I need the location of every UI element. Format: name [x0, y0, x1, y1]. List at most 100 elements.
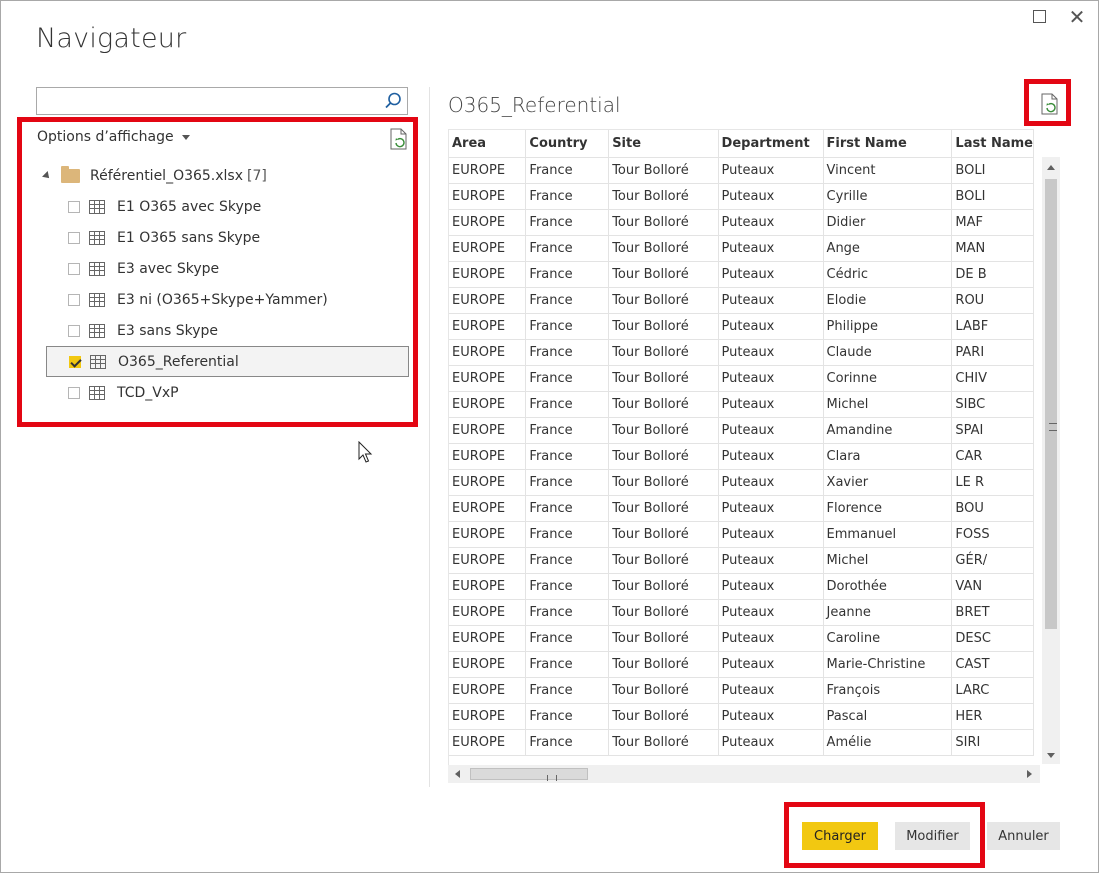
checkbox-checked[interactable]: [69, 355, 81, 368]
scroll-down-icon[interactable]: [1047, 753, 1055, 758]
table-cell: DESC: [951, 625, 1034, 652]
column-header[interactable]: Area: [449, 130, 527, 158]
tree-root-workbook[interactable]: Référentiel_O365.xlsx [7]: [42, 166, 267, 186]
table-cell: Puteaux: [718, 495, 824, 522]
column-header[interactable]: Country: [525, 130, 610, 158]
table-cell: Puteaux: [718, 339, 824, 366]
checkbox[interactable]: [68, 294, 80, 306]
table-cell: Tour Bolloré: [608, 495, 719, 522]
tree-item-sheet[interactable]: E3 avec Skype: [46, 254, 409, 284]
table-cell: Puteaux: [718, 391, 824, 418]
table-cell: Tour Bolloré: [608, 729, 719, 756]
table-cell: France: [525, 313, 610, 340]
table-row: EUROPE France Tour Bolloré Puteaux Marie-Chr…: [449, 651, 1034, 678]
table-cell: Tour Bolloré: [608, 365, 719, 392]
table-cell: Tour Bolloré: [608, 417, 719, 444]
table-row: EUROPE France Tour Bolloré Puteaux Xavier LE …: [449, 469, 1034, 496]
tree-item-sheet[interactable]: E3 sans Skype: [46, 316, 409, 346]
grip-icon: [1049, 423, 1057, 431]
scroll-right-icon[interactable]: [1027, 770, 1032, 778]
table-cell: Philippe: [823, 313, 953, 340]
checkbox[interactable]: [68, 263, 80, 275]
tree-item-sheet[interactable]: E1 O365 sans Skype: [46, 223, 409, 253]
refresh-icon[interactable]: [389, 128, 409, 150]
table-cell: EUROPE: [449, 729, 527, 756]
table-cell: Tour Bolloré: [608, 443, 719, 470]
table-cell: Vincent: [823, 157, 953, 184]
search-icon[interactable]: [383, 91, 403, 111]
checkbox[interactable]: [68, 325, 80, 337]
table-cell: Amandine: [823, 417, 953, 444]
table-cell: France: [525, 339, 610, 366]
tree-item-sheet[interactable]: E3 ni (O365+Skype+Yammer): [46, 285, 409, 315]
table-row: EUROPE France Tour Bolloré Puteaux Emmanuel F…: [449, 521, 1034, 548]
scroll-left-icon[interactable]: [455, 770, 460, 778]
collapse-triangle-icon[interactable]: [42, 171, 52, 181]
scroll-thumb[interactable]: [1045, 179, 1057, 629]
table-cell: Puteaux: [718, 157, 824, 184]
scroll-thumb[interactable]: [470, 768, 588, 781]
table-row: EUROPE France Tour Bolloré Puteaux Clara CAR: [449, 443, 1034, 470]
preview-grid[interactable]: Area Country Site Department First Name …: [448, 129, 1034, 765]
table-cell: Tour Bolloré: [608, 209, 719, 236]
table-cell: EUROPE: [449, 625, 527, 652]
table-cell: Puteaux: [718, 287, 824, 314]
load-button[interactable]: Charger: [802, 822, 878, 850]
table-row: EUROPE France Tour Bolloré Puteaux Cédric DE …: [449, 261, 1034, 288]
table-cell: BOLI: [951, 157, 1034, 184]
table-icon: [89, 262, 105, 276]
horizontal-scrollbar[interactable]: [448, 765, 1040, 783]
table-cell: Tour Bolloré: [608, 183, 719, 210]
vertical-scrollbar[interactable]: [1042, 157, 1060, 764]
table-cell: EUROPE: [449, 599, 527, 626]
table-cell: France: [525, 495, 610, 522]
search-box[interactable]: [36, 87, 408, 115]
table-cell: France: [525, 469, 610, 496]
table-cell: EUROPE: [449, 261, 527, 288]
table-cell: HER: [951, 703, 1034, 730]
table-cell: Puteaux: [718, 521, 824, 548]
tree-item-sheet[interactable]: TCD_VxP: [46, 378, 409, 408]
scroll-up-icon[interactable]: [1047, 165, 1055, 170]
maximize-button[interactable]: [1029, 7, 1049, 27]
chevron-down-icon: [181, 134, 190, 140]
cancel-button[interactable]: Annuler: [987, 822, 1060, 850]
table-cell: MAN: [951, 235, 1034, 262]
checkbox[interactable]: [68, 232, 80, 244]
table-cell: CAST: [951, 651, 1034, 678]
column-header[interactable]: Site: [608, 130, 719, 158]
edit-button[interactable]: Modifier: [895, 822, 970, 850]
table-cell: Cyrille: [823, 183, 953, 210]
table-row: EUROPE France Tour Bolloré Puteaux Ange MAN: [449, 235, 1034, 262]
checkbox[interactable]: [68, 201, 80, 213]
display-options-dropdown[interactable]: Options d’affichage: [37, 129, 190, 145]
table-cell: Puteaux: [718, 183, 824, 210]
table-cell: EUROPE: [449, 391, 527, 418]
refresh-preview-icon[interactable]: [1040, 93, 1060, 115]
table-cell: France: [525, 651, 610, 678]
table-cell: Michel: [823, 547, 953, 574]
table-cell: SIBC: [951, 391, 1034, 418]
table-icon: [89, 293, 105, 307]
table-row: EUROPE France Tour Bolloré Puteaux Dorothée V…: [449, 573, 1034, 600]
table-cell: EUROPE: [449, 209, 527, 236]
table-cell: Tour Bolloré: [608, 313, 719, 340]
table-cell: Tour Bolloré: [608, 339, 719, 366]
column-header[interactable]: Department: [718, 130, 824, 158]
table-row: EUROPE France Tour Bolloré Puteaux Elodie ROU: [449, 287, 1034, 314]
item-label: E1 O365 avec Skype: [117, 199, 262, 215]
table-cell: SIRI: [951, 729, 1034, 756]
table-cell: Tour Bolloré: [608, 287, 719, 314]
column-header[interactable]: Last Name: [951, 130, 1034, 158]
table-cell: France: [525, 599, 610, 626]
tree-item-sheet[interactable]: E1 O365 avec Skype: [46, 192, 409, 222]
checkbox[interactable]: [68, 387, 80, 399]
table-cell: EUROPE: [449, 521, 527, 548]
table-cell: France: [525, 573, 610, 600]
column-header[interactable]: First Name: [823, 130, 953, 158]
table-cell: Tour Bolloré: [608, 261, 719, 288]
tree-item-sheet-selected[interactable]: O365_Referential: [46, 346, 409, 377]
mouse-cursor-icon: [358, 441, 373, 463]
close-button[interactable]: ✕: [1067, 7, 1087, 27]
table-cell: EUROPE: [449, 235, 527, 262]
